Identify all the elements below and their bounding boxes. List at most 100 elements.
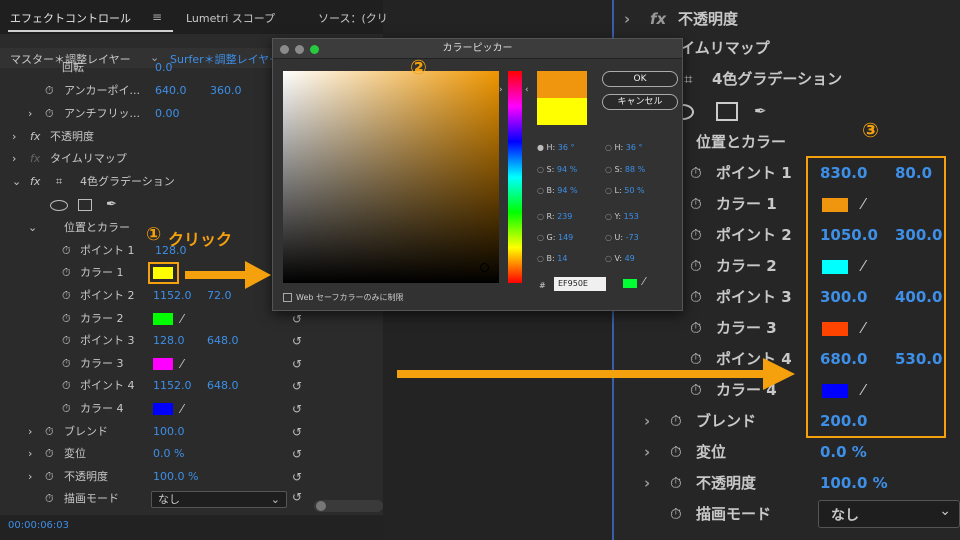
transform-box-icon[interactable]: ⌗ bbox=[56, 171, 62, 193]
chevron-down-icon[interactable]: ⌄ bbox=[28, 217, 37, 239]
stopwatch-icon[interactable]: ⏱ bbox=[690, 313, 702, 344]
ok-button[interactable]: OK bbox=[602, 71, 678, 87]
minimize-icon[interactable] bbox=[295, 45, 304, 54]
color-4-swatch[interactable] bbox=[153, 403, 173, 415]
jitter-value[interactable]: 0.0 % bbox=[153, 443, 184, 465]
anchor-x-value[interactable]: 640.0 bbox=[155, 80, 187, 102]
hsb-s-field[interactable]: ○ S: 94 % bbox=[537, 165, 577, 174]
chevron-right-icon[interactable]: › bbox=[644, 406, 650, 437]
hsl-h-field[interactable]: ○ H: 36 ° bbox=[605, 143, 643, 152]
stopwatch-icon[interactable]: ⏱ bbox=[45, 80, 54, 102]
blend-mode-select[interactable]: なし ⌄ bbox=[818, 500, 960, 528]
point-4-y-value[interactable]: 648.0 bbox=[207, 375, 239, 397]
chevron-right-icon[interactable]: › bbox=[28, 466, 32, 488]
stopwatch-icon[interactable]: ⏱ bbox=[45, 443, 54, 465]
fx-icon[interactable]: fx bbox=[30, 126, 40, 148]
blend-value[interactable]: 100.0 bbox=[153, 421, 185, 443]
tab-lumetri-scopes[interactable]: Lumetri スコープ bbox=[186, 10, 275, 26]
reset-icon[interactable]: ↺ bbox=[292, 443, 302, 465]
stopwatch-icon[interactable]: ⏱ bbox=[690, 189, 702, 220]
stopwatch-icon[interactable]: ⏱ bbox=[45, 466, 54, 488]
rectangle-mask-icon[interactable] bbox=[78, 199, 92, 211]
blend-mode-select[interactable]: なし ⌄ bbox=[151, 491, 287, 508]
jitter-value[interactable]: 0.0 % bbox=[820, 437, 867, 468]
rgb-b-field[interactable]: ○ B: 14 bbox=[537, 254, 567, 263]
scrollbar-handle[interactable] bbox=[316, 501, 326, 511]
stopwatch-icon[interactable]: ⏱ bbox=[45, 488, 54, 510]
chevron-right-icon[interactable]: › bbox=[12, 148, 16, 170]
chevron-right-icon[interactable]: › bbox=[28, 421, 32, 443]
chevron-down-icon[interactable]: ⌄ bbox=[12, 171, 21, 193]
yuv-u-field[interactable]: ○ U: -73 bbox=[605, 233, 639, 242]
hue-slider[interactable] bbox=[508, 71, 522, 283]
stopwatch-icon[interactable]: ⏱ bbox=[62, 285, 71, 307]
opacity-value[interactable]: 100.0 % bbox=[153, 466, 198, 488]
stopwatch-icon[interactable]: ⏱ bbox=[62, 375, 71, 397]
stopwatch-icon[interactable]: ⏱ bbox=[62, 330, 71, 352]
hex-input[interactable]: EF950E bbox=[554, 277, 606, 291]
opacity-value[interactable]: 100.0 % bbox=[820, 468, 888, 499]
fx-icon[interactable]: fx bbox=[650, 4, 666, 35]
ellipse-mask-icon[interactable] bbox=[50, 200, 68, 211]
stopwatch-icon[interactable]: ⏱ bbox=[45, 103, 54, 125]
color-gamut-swatch[interactable] bbox=[623, 279, 637, 288]
eyedropper-icon[interactable]: ⁄ bbox=[181, 308, 183, 330]
pen-tool-icon[interactable]: ✒ bbox=[754, 96, 767, 127]
stopwatch-icon[interactable]: ⏱ bbox=[45, 421, 54, 443]
reset-icon[interactable]: ↺ bbox=[292, 421, 302, 443]
reset-icon[interactable]: ↺ bbox=[292, 308, 302, 330]
chevron-right-icon[interactable]: › bbox=[12, 126, 16, 148]
reset-icon[interactable]: ↺ bbox=[292, 466, 302, 488]
chevron-right-icon[interactable]: › bbox=[28, 443, 32, 465]
point-3-y-value[interactable]: 648.0 bbox=[207, 330, 239, 352]
pen-tool-icon[interactable]: ✒ bbox=[106, 194, 117, 216]
hsl-s-field[interactable]: ○ S: 88 % bbox=[605, 165, 645, 174]
saturation-brightness-field[interactable] bbox=[283, 71, 499, 283]
stopwatch-icon[interactable]: ⏱ bbox=[690, 220, 702, 251]
rectangle-mask-icon[interactable] bbox=[716, 102, 738, 121]
stopwatch-icon[interactable]: ⏱ bbox=[62, 262, 71, 284]
reset-icon[interactable]: ↺ bbox=[292, 398, 302, 420]
stopwatch-icon[interactable]: ⏱ bbox=[62, 240, 71, 262]
reset-icon[interactable]: ↺ bbox=[292, 330, 302, 352]
yuv-v-field[interactable]: ○ V: 49 bbox=[605, 254, 635, 263]
eyedropper-icon[interactable]: ⁄ bbox=[181, 353, 183, 375]
fx-icon[interactable]: fx bbox=[30, 171, 40, 193]
cancel-button[interactable]: キャンセル bbox=[602, 94, 678, 110]
stopwatch-icon[interactable]: ⏱ bbox=[62, 353, 71, 375]
stopwatch-icon[interactable]: ⏱ bbox=[690, 282, 702, 313]
eyedropper-icon[interactable]: ⁄ bbox=[181, 398, 183, 420]
rgb-r-field[interactable]: ○ R: 239 bbox=[537, 212, 572, 221]
color-1-swatch[interactable] bbox=[153, 267, 173, 279]
stopwatch-icon[interactable]: ⏱ bbox=[670, 499, 682, 530]
point-3-x-value[interactable]: 128.0 bbox=[153, 330, 185, 352]
yuv-y-field[interactable]: ○ Y: 153 bbox=[605, 212, 639, 221]
flicker-value[interactable]: 0.00 bbox=[155, 103, 180, 125]
rgb-g-field[interactable]: ○ G: 149 bbox=[537, 233, 573, 242]
color-2-swatch[interactable] bbox=[153, 313, 173, 325]
rotate-value[interactable]: 0.0 bbox=[155, 61, 173, 75]
color-3-swatch[interactable] bbox=[153, 358, 173, 370]
stopwatch-icon[interactable]: ⏱ bbox=[690, 251, 702, 282]
transform-box-icon[interactable]: ⌗ bbox=[684, 64, 692, 95]
hsb-b-field[interactable]: ○ B: 94 % bbox=[537, 186, 578, 195]
reset-icon[interactable]: ↺ bbox=[292, 353, 302, 375]
point-4-x-value[interactable]: 1152.0 bbox=[153, 375, 192, 397]
chevron-right-icon[interactable]: › bbox=[28, 103, 32, 125]
stopwatch-icon[interactable]: ⏱ bbox=[62, 308, 71, 330]
stopwatch-icon[interactable]: ⏱ bbox=[670, 468, 682, 499]
close-icon[interactable] bbox=[280, 45, 289, 54]
hsl-l-field[interactable]: ○ L: 50 % bbox=[605, 186, 645, 195]
chevron-right-icon[interactable]: › bbox=[644, 468, 650, 499]
timecode[interactable]: 00:00:06:03 bbox=[8, 520, 69, 531]
hue-slider-left-arrow[interactable]: › bbox=[499, 85, 503, 95]
stopwatch-icon[interactable]: ⏱ bbox=[670, 406, 682, 437]
reset-icon[interactable]: ↺ bbox=[292, 375, 302, 397]
maximize-icon[interactable] bbox=[310, 45, 319, 54]
reset-icon[interactable]: ↺ bbox=[292, 490, 302, 504]
tab-source[interactable]: ソース：(クリ bbox=[318, 10, 388, 26]
stopwatch-icon[interactable]: ⏱ bbox=[670, 437, 682, 468]
hsb-h-field[interactable]: ● H: 36 ° bbox=[537, 143, 575, 152]
hue-slider-right-arrow[interactable]: ‹ bbox=[525, 85, 529, 95]
web-safe-checkbox[interactable] bbox=[283, 293, 292, 302]
